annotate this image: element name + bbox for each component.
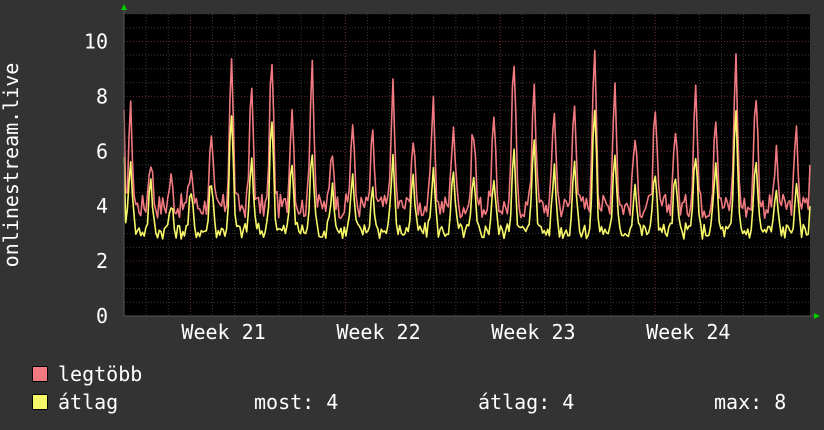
x-tick-label: Week 23 bbox=[491, 320, 575, 344]
x-tick-label: Week 22 bbox=[336, 320, 420, 344]
x-tick-label: Week 24 bbox=[646, 320, 730, 344]
stat-max: max: 8 bbox=[714, 390, 787, 414]
x-axis-arrow bbox=[814, 313, 820, 319]
legend-item-atlag: átlag bbox=[32, 390, 119, 414]
y-axis-arrow bbox=[121, 4, 127, 10]
legend-label-legtobb: legtöbb bbox=[58, 362, 143, 386]
stat-atlag: átlag: 4 bbox=[478, 390, 575, 414]
chart: 0 2 4 6 8 10 Week 21 Week 22 Week 23 Week 24 onl… bbox=[0, 4, 820, 344]
legend-item-legtobb: legtöbb bbox=[32, 362, 143, 386]
y-tick-label: 8 bbox=[96, 84, 108, 108]
y-tick-label: 6 bbox=[96, 139, 108, 163]
legend-label-atlag: átlag bbox=[58, 390, 119, 414]
y-tick-labels: 0 2 4 6 8 10 bbox=[84, 29, 108, 328]
legend-swatch-legtobb bbox=[32, 366, 48, 382]
x-tick-label: Week 21 bbox=[181, 320, 265, 344]
legend-swatch-atlag bbox=[32, 394, 48, 410]
stat-most: most: 4 bbox=[254, 390, 339, 414]
y-axis-label: onlinestream.live bbox=[0, 63, 23, 268]
y-tick-label: 10 bbox=[84, 29, 108, 53]
y-tick-label: 4 bbox=[96, 194, 108, 218]
x-tick-labels: Week 21 Week 22 Week 23 Week 24 bbox=[181, 320, 730, 344]
y-tick-label: 2 bbox=[96, 249, 108, 273]
y-tick-label: 0 bbox=[96, 304, 108, 328]
